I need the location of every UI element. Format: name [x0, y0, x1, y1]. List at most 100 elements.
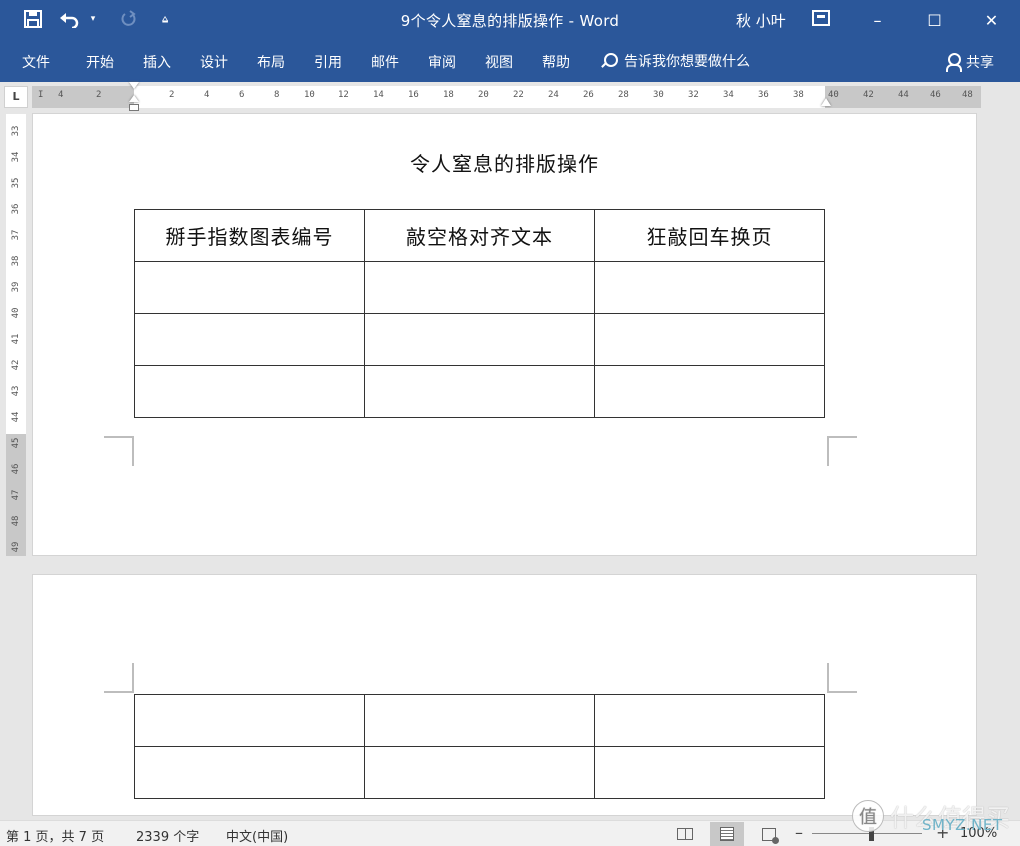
- table-header-row: 掰手指数图表编号 敲空格对齐文本 狂敲回车换页: [134, 209, 825, 262]
- ruler-tick: 10: [304, 90, 315, 100]
- document-table-1[interactable]: 掰手指数图表编号 敲空格对齐文本 狂敲回车换页: [134, 209, 825, 418]
- tab-review[interactable]: 审阅: [428, 52, 456, 72]
- table-row: [134, 313, 825, 366]
- table-cell[interactable]: 敲空格对齐文本: [364, 209, 595, 262]
- table-cell[interactable]: [594, 746, 825, 799]
- tell-me-box[interactable]: 告诉我你想要做什么: [600, 51, 750, 71]
- ruler-tick: 44: [898, 90, 909, 100]
- tab-view[interactable]: 视图: [485, 52, 513, 72]
- table-cell[interactable]: 掰手指数图表编号: [134, 209, 365, 262]
- table-cell[interactable]: 狂敲回车换页: [594, 209, 825, 262]
- ruler-tick: 34: [723, 90, 734, 100]
- hanging-indent-marker[interactable]: [129, 95, 140, 113]
- table-cell[interactable]: [134, 365, 365, 418]
- tab-help[interactable]: 帮助: [542, 52, 570, 72]
- person-add-icon: [946, 53, 962, 72]
- table-cell[interactable]: [594, 313, 825, 366]
- zoom-out-button[interactable]: –: [795, 823, 803, 842]
- table-cell[interactable]: [364, 365, 595, 418]
- ruler-tick: 44: [11, 411, 21, 423]
- zoom-slider[interactable]: [812, 833, 922, 834]
- table-cell[interactable]: [134, 746, 365, 799]
- ruler-tick: 48: [962, 90, 973, 100]
- ruler-tick: 39: [11, 281, 21, 293]
- table-cell[interactable]: [134, 261, 365, 314]
- print-layout-button[interactable]: [710, 822, 744, 846]
- ruler-tick: 2: [96, 90, 102, 100]
- ruler-tick: 41: [11, 333, 21, 345]
- tab-layout[interactable]: 布局: [257, 52, 285, 72]
- right-indent-marker[interactable]: [821, 98, 831, 106]
- ruler-tick: 48: [11, 515, 21, 527]
- close-button[interactable]: ✕: [963, 0, 1020, 40]
- ruler-tick: 40: [11, 307, 21, 319]
- ruler-tick: 36: [11, 203, 21, 215]
- left-indent-marker[interactable]: [129, 104, 139, 111]
- ruler-tick: 47: [11, 489, 21, 501]
- document-heading[interactable]: 令人窒息的排版操作: [33, 148, 976, 177]
- table-row: [134, 365, 825, 418]
- ribbon-tabs: 文件 开始 插入 设计 布局 引用 邮件 审阅 视图 帮助 告诉我你想要做什么 …: [0, 40, 1020, 82]
- read-mode-button[interactable]: [668, 822, 702, 846]
- ruler-tick: 22: [513, 90, 524, 100]
- watermark-logo-icon: 值: [852, 799, 884, 832]
- document-page-1[interactable]: 令人窒息的排版操作 掰手指数图表编号 敲空格对齐文本 狂敲回车换页: [33, 114, 976, 555]
- book-icon: [677, 828, 693, 840]
- table-cell[interactable]: [594, 365, 825, 418]
- table-cell[interactable]: [364, 694, 595, 747]
- tab-mailings[interactable]: 邮件: [371, 52, 399, 72]
- ruler-tick: 32: [688, 90, 699, 100]
- tab-references[interactable]: 引用: [314, 52, 342, 72]
- table-row: [134, 261, 825, 314]
- table-cell[interactable]: [364, 313, 595, 366]
- ruler-tick: 24: [548, 90, 559, 100]
- maximize-button[interactable]: ☐: [906, 0, 963, 40]
- table-row: [134, 746, 825, 799]
- ribbon-display-options-icon[interactable]: [812, 10, 830, 26]
- ruler-tick: 4: [204, 90, 210, 100]
- tab-selector[interactable]: L: [4, 86, 28, 108]
- table-cell[interactable]: [364, 261, 595, 314]
- word-count[interactable]: 2339 个字: [136, 826, 199, 845]
- crop-mark-top-left: [104, 663, 134, 693]
- vertical-ruler[interactable]: 33 34 35 36 37 38 39 40 41 42 43 44 45 4…: [6, 114, 26, 556]
- ruler-tick: 30: [653, 90, 664, 100]
- tab-insert[interactable]: 插入: [143, 52, 171, 72]
- table-cell[interactable]: [134, 694, 365, 747]
- document-table-2[interactable]: [134, 694, 825, 799]
- ruler-tick: 26: [583, 90, 594, 100]
- tab-file[interactable]: 文件: [22, 52, 50, 72]
- table-cell[interactable]: [364, 746, 595, 799]
- ruler-tick: 16: [408, 90, 419, 100]
- first-line-indent-marker[interactable]: [129, 82, 139, 89]
- ruler-tick: 35: [11, 177, 21, 189]
- page-count[interactable]: 第 1 页，共 7 页: [6, 826, 104, 845]
- tab-home[interactable]: 开始: [86, 52, 114, 72]
- web-layout-button[interactable]: [752, 822, 786, 846]
- tab-design[interactable]: 设计: [200, 52, 228, 72]
- ruler-tick: 46: [11, 463, 21, 475]
- ruler-tick: 18: [443, 90, 454, 100]
- ruler-tick: 6: [239, 90, 245, 100]
- table-cell[interactable]: [134, 313, 365, 366]
- share-button[interactable]: 共享: [946, 52, 994, 72]
- language-indicator[interactable]: 中文(中国): [226, 826, 288, 845]
- crop-mark-bottom-left: [104, 436, 134, 466]
- table-cell[interactable]: [594, 694, 825, 747]
- document-page-2[interactable]: [33, 575, 976, 815]
- crop-mark-bottom-right: [827, 436, 857, 466]
- ruler-tick: 49: [11, 541, 21, 553]
- share-label: 共享: [966, 55, 994, 71]
- vertical-scrollbar[interactable]: [1000, 114, 1016, 814]
- ruler-tick: 8: [274, 90, 280, 100]
- horizontal-ruler[interactable]: I 4 2 2 4 6 8 10 12 14 16 18 20 22 24 26…: [32, 86, 981, 108]
- title-bar: ▾ ⩠ 9个令人窒息的排版操作 - Word 秋 小叶 – ☐ ✕: [0, 0, 1020, 40]
- table-cell[interactable]: [594, 261, 825, 314]
- ruler-tick: 43: [11, 385, 21, 397]
- web-page-icon: [762, 827, 779, 844]
- ruler-tick: 4: [58, 90, 64, 100]
- user-name[interactable]: 秋 小叶: [736, 10, 786, 31]
- table-row: [134, 694, 825, 747]
- minimize-button[interactable]: –: [849, 0, 906, 40]
- ruler-tick: 45: [11, 437, 21, 449]
